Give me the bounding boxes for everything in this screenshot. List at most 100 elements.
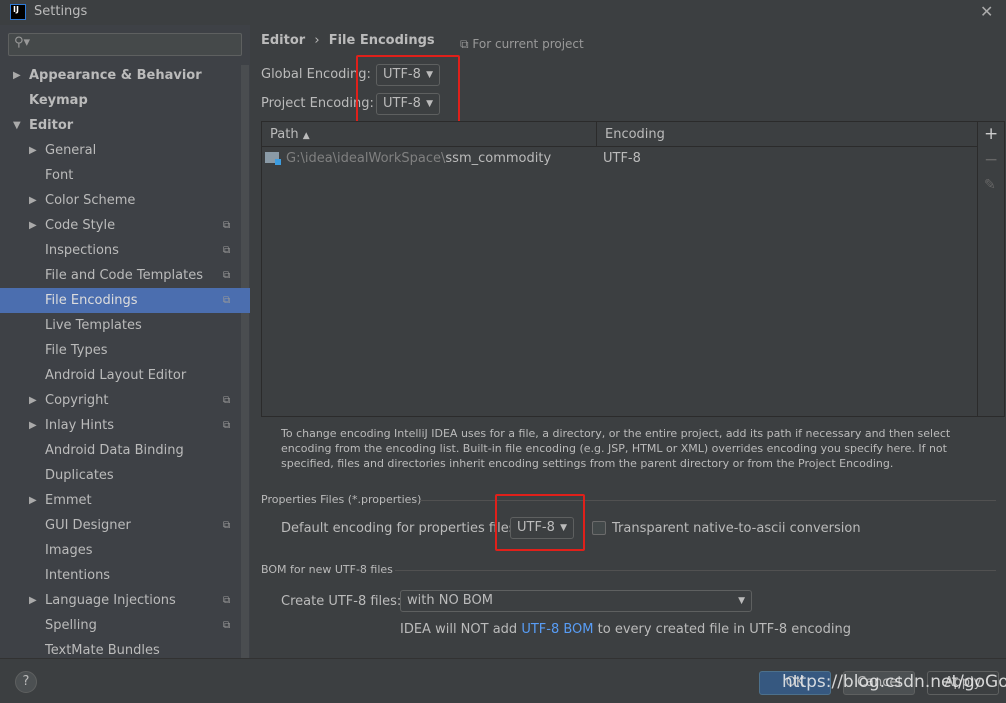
sidebar-item-label: GUI Designer (45, 518, 131, 533)
chevron-right-icon[interactable]: ▶ (29, 413, 37, 438)
bom-note: IDEA will NOT add UTF-8 BOM to every cre… (400, 622, 851, 637)
highlight-box (495, 494, 585, 551)
sidebar-item-language-injections[interactable]: ▶ Language Injections ⧉ (0, 588, 241, 613)
help-button[interactable]: ? (15, 671, 37, 693)
sidebar-item-label: Inlay Hints (45, 418, 114, 433)
sidebar-scrollbar[interactable] (241, 65, 249, 658)
table-row[interactable]: G:\idea\idealWorkSpace\ssm_commodity UTF… (262, 148, 977, 170)
sidebar-item-font[interactable]: Font (0, 163, 241, 188)
create-utf8-label: Create UTF-8 files: (281, 594, 402, 609)
bom-link[interactable]: UTF-8 BOM (521, 622, 593, 637)
intellij-logo-icon: IJ (10, 4, 26, 20)
sidebar-item-label: Spelling (45, 618, 97, 633)
copy-icon: ⧉ (460, 37, 469, 51)
breadcrumb-parent[interactable]: Editor (261, 33, 305, 48)
close-icon[interactable]: ✕ (980, 2, 993, 21)
sidebar: ⚲▾ ▶ Appearance & Behavior Keymap ▼ Editor ▶ G… (0, 25, 250, 658)
copy-icon: ⧉ (223, 420, 231, 431)
sidebar-item-inspections[interactable]: Inspections ⧉ (0, 238, 241, 263)
watermark: https://blog.csdn.net/goGoing_ (782, 672, 1006, 692)
search-input[interactable]: ⚲▾ (8, 33, 242, 56)
chevron-right-icon[interactable]: ▶ (29, 213, 37, 238)
column-encoding[interactable]: Encoding (605, 127, 665, 142)
encoding-hint: To change encoding IntelliJ IDEA uses fo… (281, 427, 951, 470)
chevron-right-icon[interactable]: ▶ (13, 63, 21, 88)
sidebar-item-general[interactable]: ▶ General (0, 138, 241, 163)
sidebar-item-label: Copyright (45, 393, 109, 408)
for-current-project-label: For current project (472, 37, 584, 51)
sidebar-item-label: General (45, 143, 97, 158)
chevron-down-icon: ▼ (738, 596, 745, 606)
sidebar-item-label: File and Code Templates (45, 268, 203, 283)
copy-icon: ⧉ (223, 220, 231, 231)
sidebar-item-spelling[interactable]: Spelling ⧉ (0, 613, 241, 638)
sidebar-item-code-style[interactable]: ▶ Code Style ⧉ (0, 213, 241, 238)
breadcrumb-separator: › (314, 33, 320, 48)
column-path[interactable]: Path ▲ (270, 127, 310, 142)
chevron-right-icon[interactable]: ▶ (29, 138, 37, 163)
column-path-label: Path (270, 127, 299, 142)
sidebar-item-label: File Types (45, 343, 108, 358)
native-to-ascii-checkbox[interactable] (592, 521, 606, 535)
sidebar-item-label: Emmet (45, 493, 92, 508)
copy-icon: ⧉ (223, 295, 231, 306)
sidebar-item-intentions[interactable]: Intentions (0, 563, 241, 588)
sidebar-item-android-data-binding[interactable]: Android Data Binding (0, 438, 241, 463)
sidebar-item-images[interactable]: Images (0, 538, 241, 563)
path-name: ssm_commodity (445, 151, 552, 166)
sidebar-item-file-encodings[interactable]: File Encodings ⧉ (0, 288, 250, 313)
sidebar-item-label: Appearance & Behavior (29, 68, 202, 83)
add-icon[interactable]: + (984, 124, 998, 144)
column-divider[interactable] (596, 122, 597, 146)
properties-section-title: Properties Files (*.properties) (261, 493, 422, 506)
chevron-right-icon[interactable]: ▶ (29, 488, 37, 513)
sidebar-item-editor[interactable]: ▼ Editor (0, 113, 241, 138)
title-bar: IJ Settings ✕ (0, 0, 1006, 25)
sidebar-item-keymap[interactable]: Keymap (0, 88, 241, 113)
chevron-down-icon[interactable]: ▼ (13, 113, 21, 138)
remove-icon[interactable]: − (984, 150, 998, 170)
sidebar-item-gui-designer[interactable]: GUI Designer ⧉ (0, 513, 241, 538)
table-header: Path ▲ Encoding (262, 122, 977, 147)
copy-icon: ⧉ (223, 595, 231, 606)
sidebar-item-label: Android Layout Editor (45, 368, 187, 383)
sidebar-item-label: Font (45, 168, 74, 183)
bom-value: with NO BOM (407, 593, 493, 608)
sidebar-item-file-types[interactable]: File Types (0, 338, 241, 363)
chevron-right-icon[interactable]: ▶ (29, 588, 37, 613)
chevron-right-icon[interactable]: ▶ (29, 188, 37, 213)
sidebar-item-appearance-behavior[interactable]: ▶ Appearance & Behavior (0, 63, 241, 88)
sidebar-item-copyright[interactable]: ▶ Copyright ⧉ (0, 388, 241, 413)
copy-icon: ⧉ (223, 245, 231, 256)
sidebar-item-inlay-hints[interactable]: ▶ Inlay Hints ⧉ (0, 413, 241, 438)
sidebar-item-label: Inspections (45, 243, 119, 258)
sidebar-item-label: File Encodings (45, 293, 138, 308)
sidebar-item-file-and-code-templates[interactable]: File and Code Templates ⧉ (0, 263, 241, 288)
sidebar-item-label: Keymap (29, 93, 88, 108)
row-encoding: UTF-8 (603, 151, 641, 166)
sidebar-item-android-layout-editor[interactable]: Android Layout Editor (0, 363, 241, 388)
bom-note-post: to every created file in UTF-8 encoding (593, 622, 851, 637)
native-to-ascii-label: Transparent native-to-ascii conversion (612, 521, 861, 536)
search-icon: ⚲▾ (14, 35, 31, 50)
path-prefix: G:\idea\idealWorkSpace\ (286, 151, 446, 166)
sidebar-item-duplicates[interactable]: Duplicates (0, 463, 241, 488)
sidebar-item-color-scheme[interactable]: ▶ Color Scheme (0, 188, 241, 213)
edit-icon[interactable]: ✎ (984, 177, 996, 193)
sidebar-item-label: Images (45, 543, 93, 558)
global-encoding-label: Global Encoding: (261, 67, 371, 82)
properties-encoding-label: Default encoding for properties files: (281, 521, 520, 536)
highlight-box (356, 55, 460, 129)
bom-note-pre: IDEA will NOT add (400, 622, 522, 637)
sidebar-item-label: Intentions (45, 568, 111, 583)
sidebar-item-label: Android Data Binding (45, 443, 184, 458)
bom-section-title: BOM for new UTF-8 files (261, 563, 393, 576)
sidebar-item-live-templates[interactable]: Live Templates (0, 313, 241, 338)
copy-icon: ⧉ (223, 395, 231, 406)
sidebar-item-label: Color Scheme (45, 193, 136, 208)
copy-icon: ⧉ (223, 620, 231, 631)
chevron-right-icon[interactable]: ▶ (29, 388, 37, 413)
sidebar-item-emmet[interactable]: ▶ Emmet (0, 488, 241, 513)
bom-select[interactable]: with NO BOM ▼ (400, 590, 752, 612)
copy-icon: ⧉ (223, 270, 231, 281)
